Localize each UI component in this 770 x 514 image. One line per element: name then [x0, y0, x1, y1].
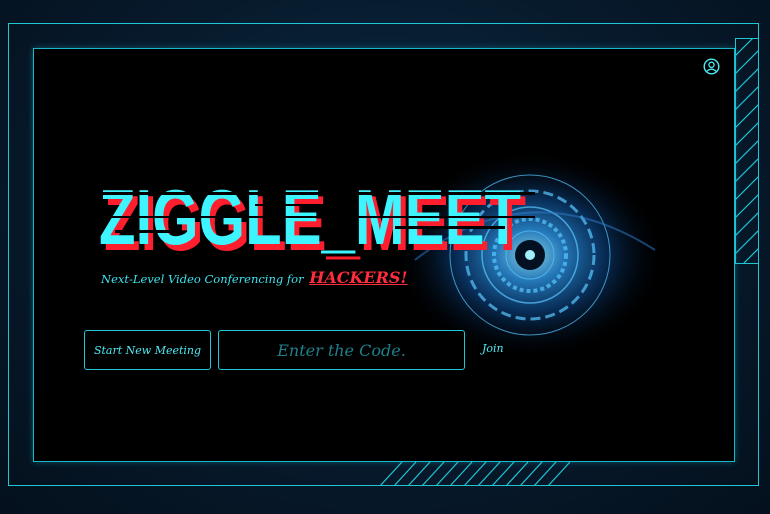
tagline-highlight: HACKERS!	[309, 268, 408, 287]
user-circle-icon	[703, 58, 720, 75]
join-button[interactable]: Join	[482, 342, 504, 355]
start-new-meeting-label: Start New Meeting	[93, 343, 202, 357]
decorative-hatch-bottom	[380, 462, 570, 486]
meeting-code-input[interactable]	[218, 330, 465, 370]
user-profile-button[interactable]	[703, 58, 720, 75]
tagline-text: Next-Level Video Conferencing for	[101, 272, 304, 286]
app-logo: ZIGGLE_MEET ZIGGLE_MEET	[95, 170, 535, 267]
decorative-hatch-right	[735, 38, 759, 264]
tagline: Next-Level Video Conferencing for HACKER…	[101, 268, 408, 287]
start-new-meeting-button[interactable]: Start New Meeting	[84, 330, 211, 370]
